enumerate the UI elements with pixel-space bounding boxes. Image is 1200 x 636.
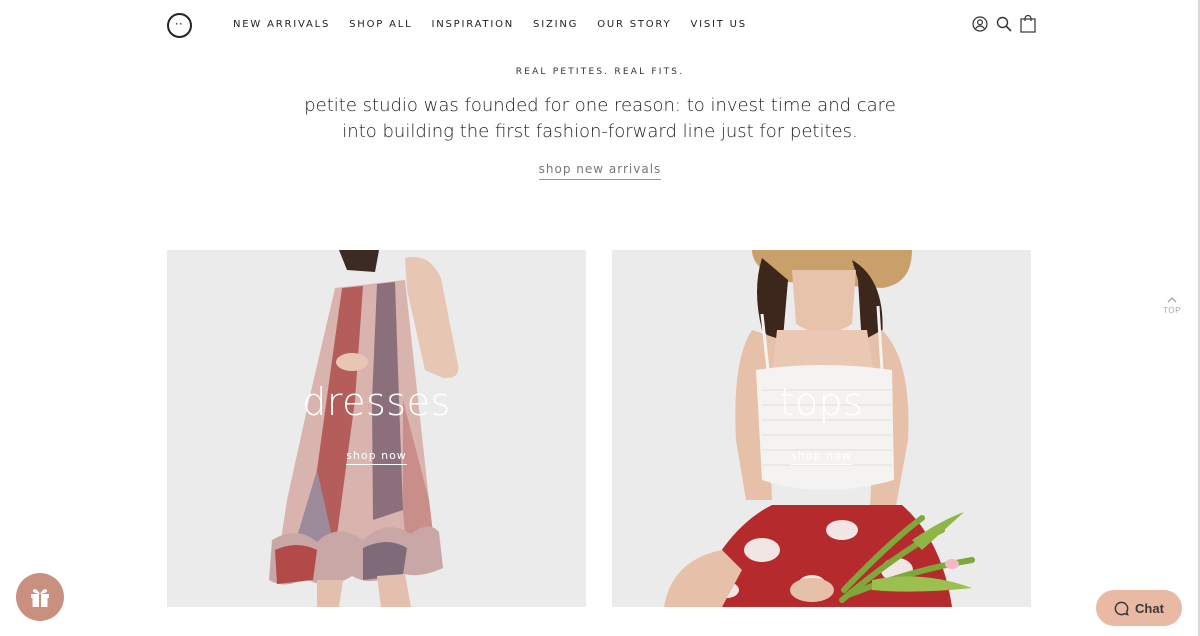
category-tile-tops[interactable]: tops shop now xyxy=(612,250,1031,607)
header-icons xyxy=(971,15,1036,33)
nav-inspiration[interactable]: INSPIRATION xyxy=(431,19,514,30)
logo-mark: ·· xyxy=(175,18,184,29)
chat-bubble-icon xyxy=(1114,601,1129,616)
nav-new-arrivals[interactable]: NEW ARRIVALS xyxy=(233,19,330,30)
back-to-top[interactable]: TOP xyxy=(1160,296,1184,315)
chevron-up-icon xyxy=(1160,296,1184,306)
nav-sizing[interactable]: SIZING xyxy=(533,19,578,30)
intro-text: petite studio was founded for one reason… xyxy=(304,95,896,142)
tops-title: tops xyxy=(779,380,864,424)
chat-button[interactable]: Chat xyxy=(1096,590,1182,626)
site-header: ·· NEW ARRIVALS SHOP ALL INSPIRATION SIZ… xyxy=(0,0,1200,50)
tops-photo xyxy=(612,250,1031,607)
main-nav: NEW ARRIVALS SHOP ALL INSPIRATION SIZING… xyxy=(233,19,766,30)
intro-eyebrow: REAL PETITES. REAL FITS. xyxy=(515,67,685,77)
chat-label: Chat xyxy=(1135,600,1164,616)
cart-bag-icon[interactable] xyxy=(1019,15,1036,33)
search-icon[interactable] xyxy=(995,15,1012,33)
account-icon[interactable] xyxy=(971,15,988,33)
logo[interactable]: ·· xyxy=(167,13,192,38)
nav-visit-us[interactable]: VISIT US xyxy=(690,19,746,30)
rewards-gift-button[interactable] xyxy=(16,573,64,621)
shop-new-arrivals-link[interactable]: shop new arrivals xyxy=(538,162,662,180)
nav-shop-all[interactable]: SHOP ALL xyxy=(349,19,412,30)
back-to-top-label: TOP xyxy=(1162,306,1182,315)
intro-link-wrap: shop new arrivals xyxy=(0,160,1200,180)
dresses-shop-now-link[interactable]: shop now xyxy=(346,449,407,465)
dresses-photo xyxy=(167,250,586,607)
dresses-cta-wrap: shop now xyxy=(167,446,586,465)
tops-shop-now-link[interactable]: shop now xyxy=(791,449,852,465)
category-tile-dresses[interactable]: dresses shop now xyxy=(167,250,586,607)
gift-icon xyxy=(31,589,49,607)
nav-our-story[interactable]: OUR STORY xyxy=(597,19,671,30)
tops-cta-wrap: shop now xyxy=(612,446,1031,465)
dresses-title: dresses xyxy=(302,380,451,424)
